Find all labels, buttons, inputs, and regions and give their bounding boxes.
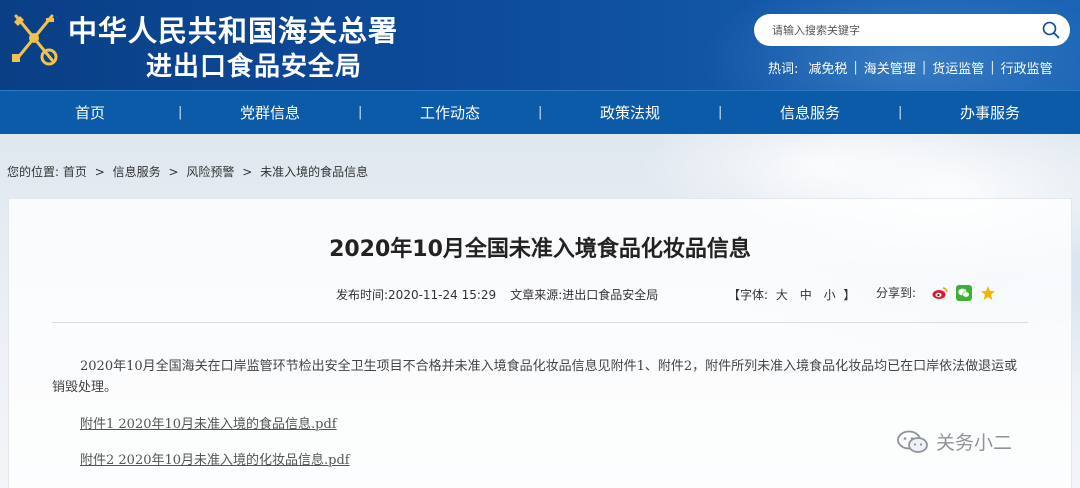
breadcrumb-item-home[interactable]: 首页 [63, 165, 87, 179]
site-header: 中华人民共和国海关总署 进出口食品安全局 热词: 减免税 | 海关管理 | 货运… [0, 0, 1080, 90]
hotword-link[interactable]: 行政监管 [1001, 58, 1053, 77]
wechat-icon[interactable] [956, 284, 973, 301]
search-box [754, 14, 1070, 46]
font-size-control: 【字体: 大 中 小 】 [728, 286, 855, 303]
hotword-link[interactable]: 货运监管 [932, 58, 984, 77]
site-title-line2: 进出口食品安全局 [146, 52, 363, 82]
font-size-small[interactable]: 小 [824, 288, 836, 302]
hotword-separator: | [921, 59, 927, 75]
nav-item-policies[interactable]: 政策法规 [538, 91, 720, 135]
attachment-link[interactable]: 附件1 2020年10月未准入境的食品信息.pdf [80, 413, 337, 432]
article-body: 2020年10月全国海关在口岸监管环节检出安全卫生项目不合格并未准入境食品化妆品… [52, 359, 1018, 395]
nav-item-party[interactable]: 党群信息 [178, 91, 360, 135]
font-size-medium[interactable]: 中 [800, 288, 812, 302]
breadcrumb-item-info-services[interactable]: 信息服务 [113, 165, 161, 179]
hotword-link[interactable]: 海关管理 [864, 58, 916, 77]
breadcrumb-label: 您的位置: [7, 165, 60, 179]
article-divider [52, 322, 1028, 323]
attachment-link[interactable]: 附件2 2020年10月未准入境的化妆品信息.pdf [80, 449, 350, 468]
font-size-large[interactable]: 大 [776, 288, 788, 302]
watermark-text: 关务小二 [936, 432, 1013, 454]
search-input[interactable] [772, 15, 1042, 45]
hotwords-label: 热词: [768, 61, 799, 77]
breadcrumb-separator: > [242, 165, 253, 179]
hotword-link[interactable]: 减免税 [808, 58, 847, 77]
nav-item-services[interactable]: 办事服务 [898, 91, 1080, 135]
breadcrumb-item-current[interactable]: 未准入境的食品信息 [260, 165, 368, 179]
breadcrumb-item-risk-warning[interactable]: 风险预警 [186, 165, 234, 179]
publish-time: 2020-11-24 15:29 [388, 287, 497, 302]
qzone-icon[interactable] [980, 285, 996, 301]
source-label: 文章来源: [510, 288, 563, 302]
source-value: 进出口食品安全局 [562, 288, 659, 302]
wechat-official-account-icon [897, 430, 928, 453]
hotword-separator: | [990, 59, 995, 75]
site-title-line1: 中华人民共和国海关总署 [68, 14, 399, 48]
nav-item-home[interactable]: 首页 [0, 91, 180, 135]
hotword-separator: | [853, 59, 858, 75]
article-meta: 发布时间: 2020-11-24 15:29 文章来源: 进出口食品安全局 [336, 286, 658, 303]
main-nav: 首页 党群信息 工作动态 政策法规 信息服务 办事服务 [0, 90, 1080, 135]
nav-item-work-news[interactable]: 工作动态 [358, 91, 540, 135]
search-icon [1042, 21, 1060, 39]
breadcrumb: 您的位置: 首页 > 信息服务 > 风险预警 > 未准入境的食品信息 [7, 163, 368, 180]
nav-item-info-services[interactable]: 信息服务 [718, 91, 900, 135]
publish-label: 发布时间: [336, 288, 389, 302]
breadcrumb-separator: > [168, 165, 179, 179]
font-size-label-open: 【字体: [728, 288, 769, 302]
watermark: 关务小二 [896, 428, 1012, 455]
breadcrumb-separator: > [94, 165, 105, 179]
customs-emblem-icon[interactable] [6, 8, 62, 68]
article-title: 2020年10月全国未准入境食品化妆品信息 [329, 237, 751, 262]
hotwords-bar: 热词: 减免税 | 海关管理 | 货运监管 | 行政监管 [768, 58, 1053, 77]
font-size-label-close: 】 [843, 288, 856, 302]
share-label: 分享到: [876, 286, 917, 300]
share-bar: 分享到: [876, 284, 996, 301]
weibo-icon[interactable] [932, 285, 948, 301]
search-button[interactable] [1040, 19, 1062, 41]
